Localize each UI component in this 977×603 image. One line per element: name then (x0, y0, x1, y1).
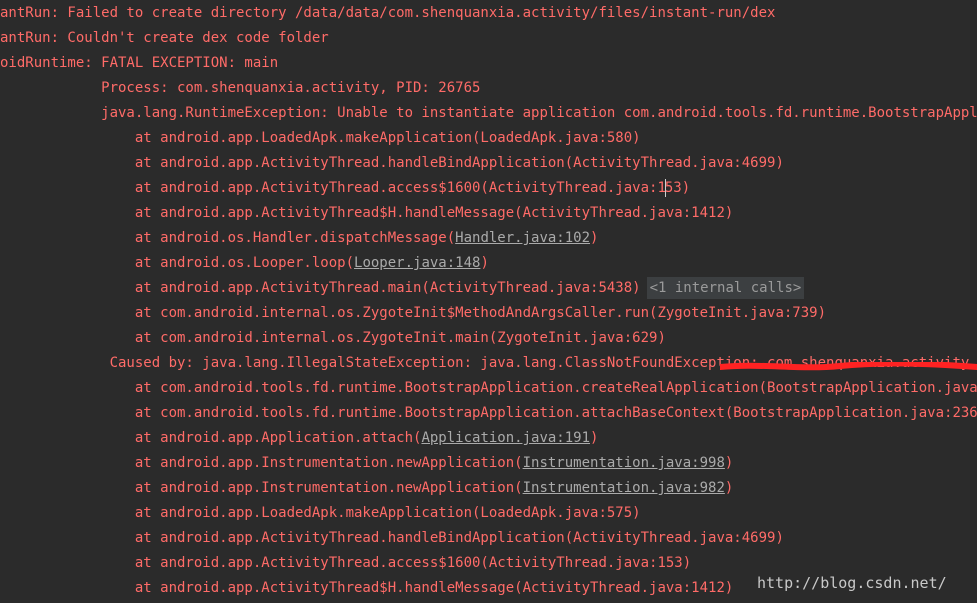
stack-frame: at android.app.Instrumentation.newApplic… (0, 451, 733, 476)
stack-frame: at android.app.ActivityThread.handleBind… (0, 151, 784, 176)
stack-frame: at com.android.tools.fd.runtime.Bootstra… (0, 401, 977, 426)
stack-frame: at com.android.tools.fd.runtime.Bootstra… (0, 376, 977, 401)
log-text: ) (480, 255, 489, 271)
stack-frame: at android.app.Application.attach(Applic… (0, 426, 599, 451)
log-text: at com.android.internal.os.ZygoteInit$Me… (0, 305, 827, 321)
log-line: java.lang.RuntimeException: Unable to in… (0, 101, 977, 126)
redaction-scribble (720, 362, 977, 371)
stack-frame: at android.app.ActivityThread.access$160… (0, 551, 691, 576)
stack-frame: at android.app.ActivityThread.handleBind… (0, 526, 784, 551)
stack-frame: at android.app.ActivityThread$H.handleMe… (0, 576, 733, 601)
watermark-text: http://blog.csdn.net/ (757, 574, 947, 592)
logcat-console[interactable]: antRun: Failed to create directory /data… (0, 0, 977, 603)
log-text: ) (724, 480, 734, 496)
log-text: at android.app.Instrumentation.newApplic… (0, 455, 523, 471)
log-text: at com.android.internal.os.ZygoteInit.ma… (0, 330, 666, 346)
stack-frame: at android.app.LoadedApk.makeApplication… (0, 501, 641, 526)
stack-frame: at android.os.Handler.dispatchMessage(Ha… (0, 226, 599, 251)
log-text: at android.app.ActivityThread.access$160… (0, 555, 692, 571)
log-text: ) (724, 455, 734, 471)
log-text: at android.app.ActivityThread$H.handleMe… (0, 205, 734, 221)
source-link[interactable]: Instrumentation.java:998 (523, 455, 725, 471)
log-text: at android.app.LoadedApk.makeApplication… (0, 130, 641, 146)
log-line: oidRuntime: FATAL EXCEPTION: main (0, 51, 278, 76)
log-text: oidRuntime: FATAL EXCEPTION: main (0, 55, 279, 71)
log-text: ) (590, 430, 599, 446)
log-text: at android.os.Handler.dispatchMessage( (0, 230, 456, 246)
stack-frame: at android.app.Instrumentation.newApplic… (0, 476, 733, 501)
log-text: at android.app.Instrumentation.newApplic… (0, 480, 523, 496)
log-text: 53) (664, 180, 691, 196)
stack-frame: at com.android.internal.os.ZygoteInit$Me… (0, 301, 826, 326)
log-text: java.lang.RuntimeException: Unable to in… (101, 105, 977, 121)
log-text: at android.app.Application.attach( (0, 430, 422, 446)
log-line: Process: com.shenquanxia.activity, PID: … (0, 76, 480, 101)
source-link[interactable]: Application.java:191 (421, 430, 590, 446)
source-link[interactable]: Handler.java:102 (455, 230, 590, 246)
source-link[interactable]: Instrumentation.java:982 (523, 480, 725, 496)
log-text: Process: com.shenquanxia.activity, PID: … (0, 80, 481, 96)
stack-frame: at android.app.ActivityThread$H.handleMe… (0, 201, 733, 226)
source-link[interactable]: Looper.java:148 (354, 255, 480, 271)
log-line: antRun: Couldn't create dex code folder (0, 26, 329, 51)
log-text: ) (590, 230, 599, 246)
log-text: at android.app.ActivityThread$H.handleMe… (0, 580, 734, 596)
log-text: at android.app.ActivityThread.main(Activ… (0, 280, 641, 296)
log-text: at android.app.ActivityThread.handleBind… (0, 155, 784, 171)
log-line: antRun: Failed to create directory /data… (0, 1, 775, 26)
internal-calls-fold[interactable]: <1 internal calls> (646, 277, 805, 299)
stack-frame: at android.os.Looper.loop(Looper.java:14… (0, 251, 489, 276)
log-text: at android.os.Looper.loop( (0, 255, 355, 271)
log-text: at com.android.tools.fd.runtime.Bootstra… (0, 405, 977, 421)
log-text: antRun: Couldn't create dex code folder (0, 30, 329, 46)
log-text: at android.app.ActivityThread.access$160… (0, 180, 666, 196)
stack-frame: at android.app.LoadedApk.makeApplication… (0, 126, 641, 151)
stack-frame: at com.android.internal.os.ZygoteInit.ma… (0, 326, 666, 351)
log-text: at android.app.ActivityThread.handleBind… (0, 530, 784, 546)
stack-frame: at android.app.ActivityThread.main(Activ… (0, 276, 805, 301)
stack-frame: at android.app.ActivityThread.access$160… (0, 176, 690, 201)
log-text: at android.app.LoadedApk.makeApplication… (0, 505, 641, 521)
log-text: at com.android.tools.fd.runtime.Bootstra… (0, 380, 977, 396)
log-text: antRun: Failed to create directory /data… (0, 5, 776, 21)
